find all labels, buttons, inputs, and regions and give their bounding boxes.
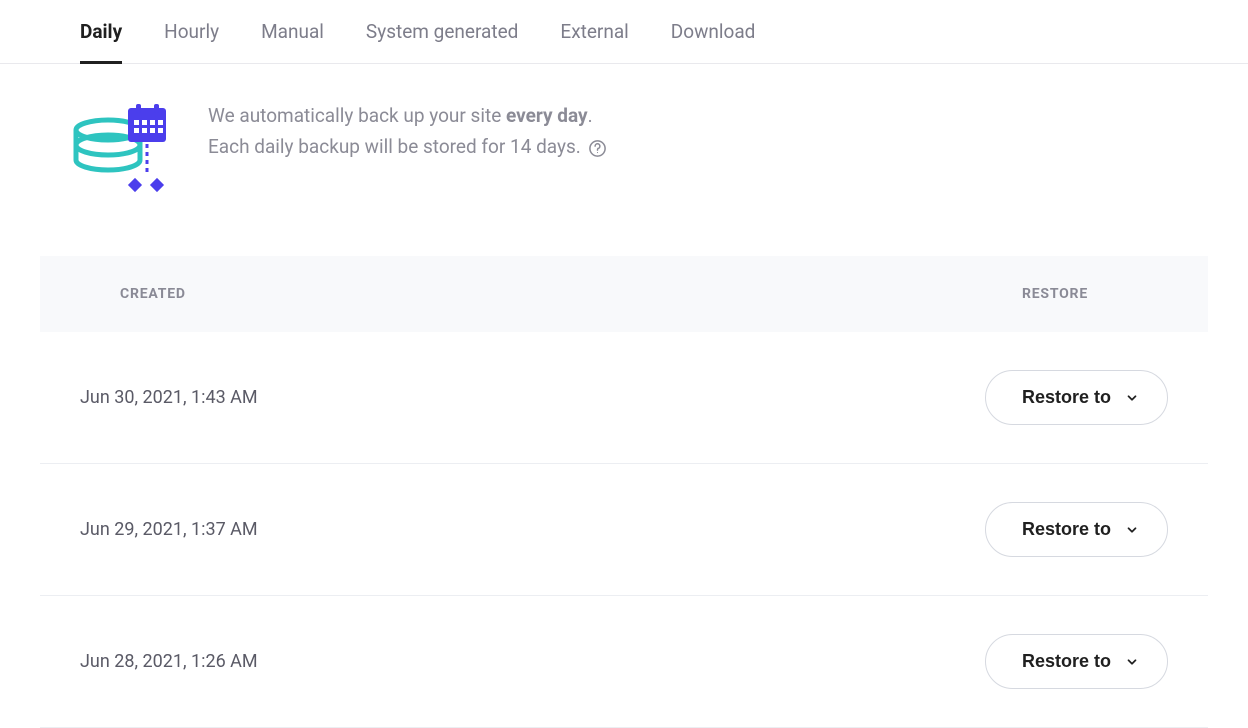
table-row: Jun 30, 2021, 1:43 AM Restore to <box>40 332 1208 464</box>
table-row: Jun 29, 2021, 1:37 AM Restore to <box>40 464 1208 596</box>
backup-database-icon <box>72 100 172 200</box>
tab-hourly[interactable]: Hourly <box>164 0 219 64</box>
backup-created-date: Jun 30, 2021, 1:43 AM <box>80 387 258 408</box>
backup-created-date: Jun 28, 2021, 1:26 AM <box>80 651 258 672</box>
help-icon[interactable] <box>588 139 607 158</box>
restore-button-label: Restore to <box>1022 651 1111 672</box>
restore-button-label: Restore to <box>1022 519 1111 540</box>
tab-manual[interactable]: Manual <box>261 0 324 64</box>
info-line1-prefix: We automatically back up your site <box>208 104 506 127</box>
info-line1-suffix: . <box>588 104 593 127</box>
chevron-down-icon <box>1125 655 1139 669</box>
restore-button-label: Restore to <box>1022 387 1111 408</box>
table-body: Jun 30, 2021, 1:43 AM Restore to Jun 29,… <box>40 332 1208 728</box>
info-text: We automatically back up your site every… <box>208 100 607 163</box>
table-row: Jun 28, 2021, 1:26 AM Restore to <box>40 596 1208 728</box>
restore-button[interactable]: Restore to <box>985 502 1168 557</box>
info-line2: Each daily backup will be stored for 14 … <box>208 135 586 158</box>
table-header: CREATED RESTORE <box>40 256 1208 332</box>
tab-external[interactable]: External <box>560 0 628 64</box>
chevron-down-icon <box>1125 523 1139 537</box>
restore-button[interactable]: Restore to <box>985 370 1168 425</box>
chevron-down-icon <box>1125 391 1139 405</box>
info-section: We automatically back up your site every… <box>0 64 1248 236</box>
tabs-bar: Daily Hourly Manual System generated Ext… <box>0 0 1248 64</box>
info-line1-bold: every day <box>506 104 588 127</box>
tab-download[interactable]: Download <box>671 0 756 64</box>
column-header-created: CREATED <box>120 286 186 302</box>
tab-system-generated[interactable]: System generated <box>366 0 518 64</box>
column-header-restore: RESTORE <box>1022 286 1088 302</box>
backup-created-date: Jun 29, 2021, 1:37 AM <box>80 519 258 540</box>
tab-daily[interactable]: Daily <box>80 0 122 64</box>
restore-button[interactable]: Restore to <box>985 634 1168 689</box>
